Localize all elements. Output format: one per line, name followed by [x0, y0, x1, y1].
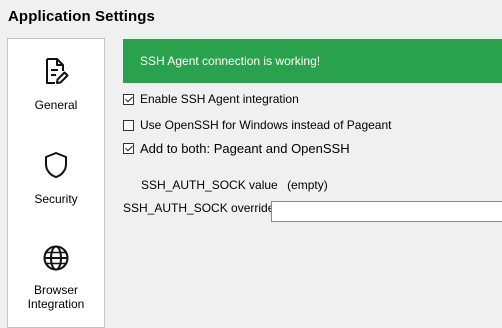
document-edit-icon — [8, 57, 104, 90]
checkbox-label: Add to both: Pageant and OpenSSH — [140, 141, 350, 156]
add-to-both-checkbox[interactable]: Add to both: Pageant and OpenSSH — [123, 141, 350, 156]
settings-sidebar: General Security Browser Integration — [7, 38, 105, 328]
checkbox-checked[interactable] — [123, 143, 134, 154]
override-label: SSH_AUTH_SOCK override — [123, 201, 275, 215]
ssh-auth-sock-row: SSH_AUTH_SOCK value (empty) — [141, 178, 328, 192]
ssh-auth-sock-value: (empty) — [287, 178, 328, 192]
page-title: Application Settings — [8, 8, 156, 25]
checkbox-label: Use OpenSSH for Windows instead of Pagea… — [140, 118, 392, 132]
sidebar-item-security[interactable]: Security — [8, 151, 104, 206]
sidebar-item-browser-integration[interactable]: Browser Integration — [8, 244, 104, 311]
status-banner: SSH Agent connection is working! — [123, 39, 502, 83]
enable-ssh-agent-checkbox[interactable]: Enable SSH Agent integration — [123, 92, 299, 106]
sidebar-item-general[interactable]: General — [8, 57, 104, 112]
override-row: SSH_AUTH_SOCK override — [123, 201, 274, 215]
sidebar-item-label: Security — [34, 192, 78, 206]
ssh-auth-sock-label: SSH_AUTH_SOCK value — [141, 178, 278, 192]
checkbox-unchecked[interactable] — [123, 119, 134, 131]
globe-icon — [8, 244, 104, 277]
ssh-auth-sock-override-input[interactable] — [271, 201, 502, 222]
sidebar-item-label: General — [34, 98, 78, 112]
use-openssh-checkbox[interactable]: Use OpenSSH for Windows instead of Pagea… — [123, 118, 391, 132]
sidebar-item-label: Browser Integration — [27, 283, 85, 311]
shield-icon — [8, 151, 104, 184]
checkbox-label: Enable SSH Agent integration — [140, 92, 299, 106]
checkbox-checked[interactable] — [123, 93, 134, 105]
